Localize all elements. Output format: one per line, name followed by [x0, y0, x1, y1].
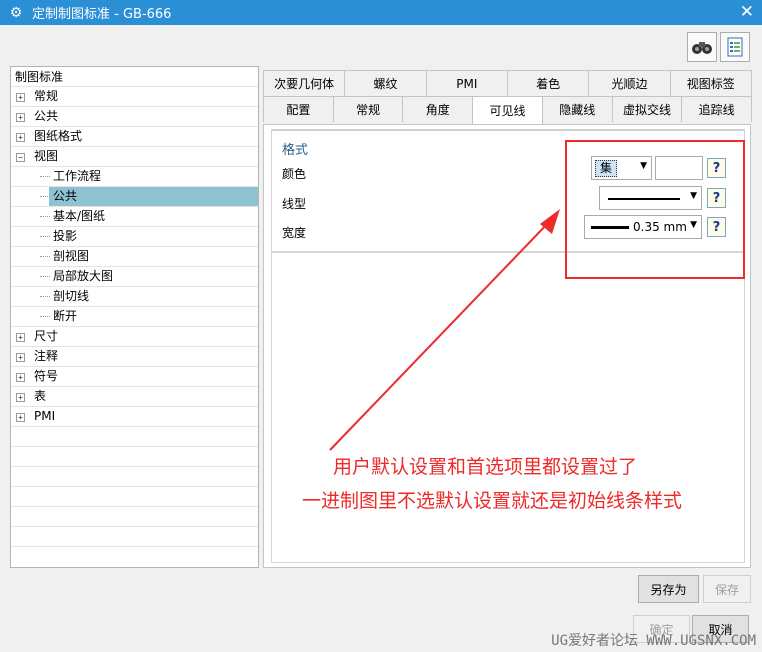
annotation-line-2: 一进制图里不选默认设置就还是初始线条样式 — [302, 490, 683, 512]
annotation-arrow — [329, 209, 560, 451]
save-as-button[interactable]: 另存为 — [638, 575, 699, 603]
tab[interactable]: 可见线 — [472, 96, 543, 124]
watermark: UG爱好者论坛 WWW.UGSNX.COM — [551, 633, 756, 649]
save-button[interactable]: 保存 — [703, 575, 751, 603]
annotation-line-1: 用户默认设置和首选项里都设置过了 — [333, 456, 638, 478]
